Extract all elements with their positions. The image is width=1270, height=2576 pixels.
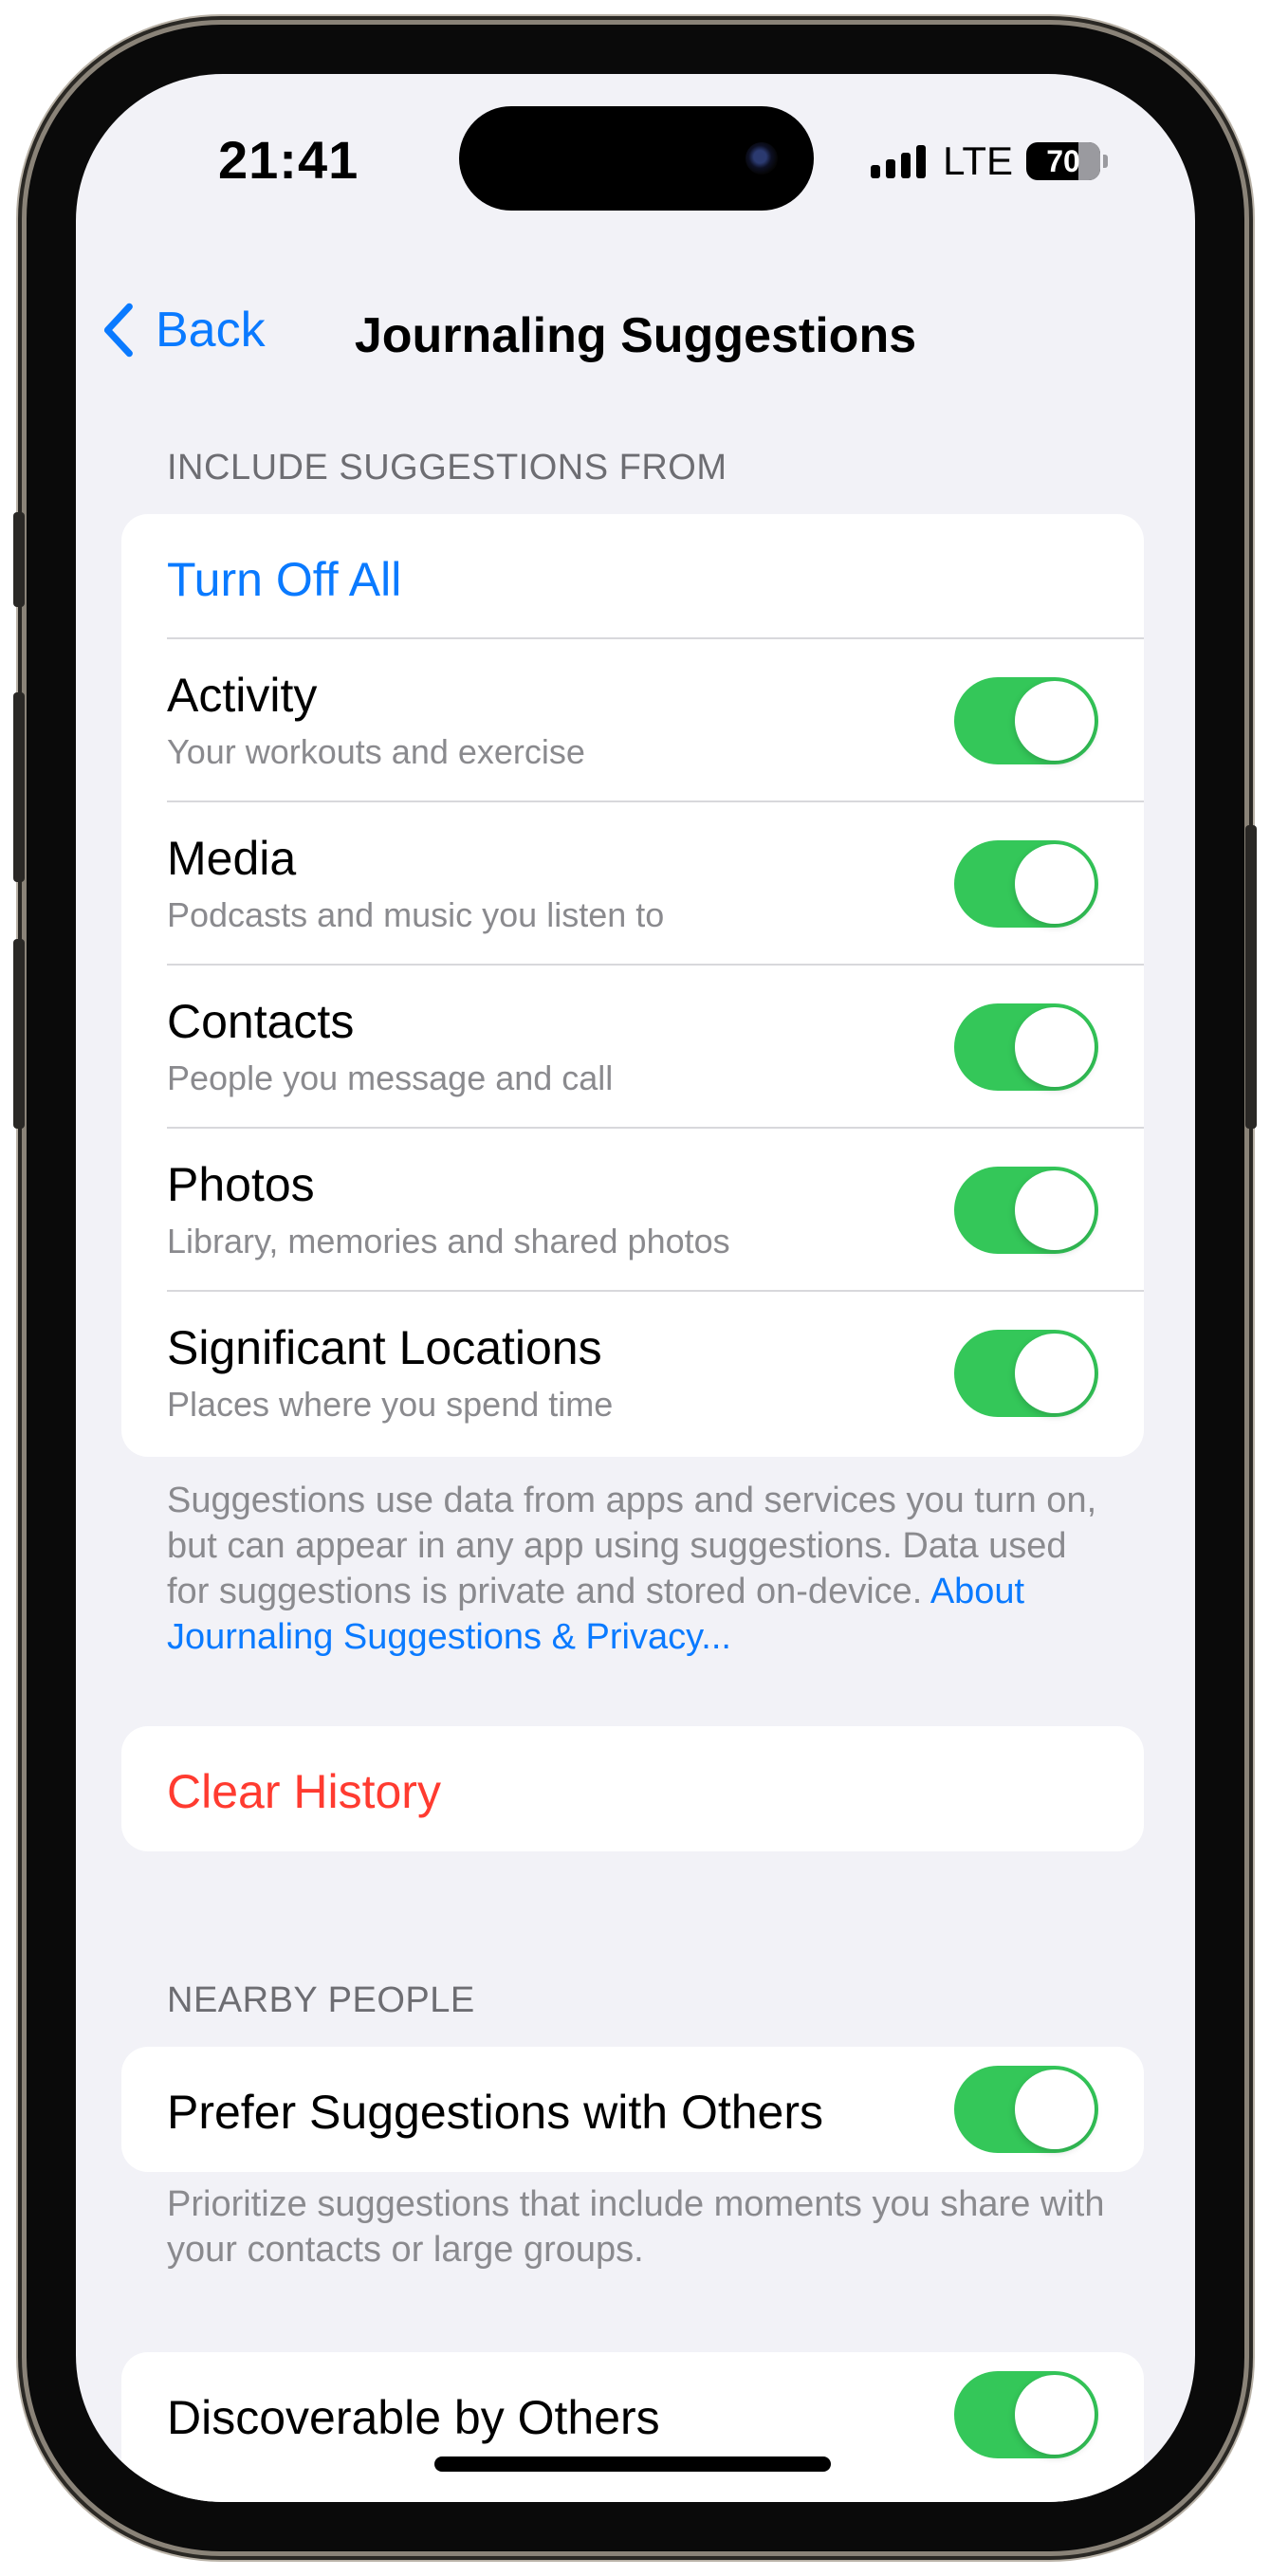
activity-toggle[interactable]: [954, 677, 1098, 764]
battery-level: 70: [1046, 143, 1080, 178]
row-title: Discoverable by Others: [167, 2391, 660, 2444]
navigation-bar: Back Journaling Suggestions: [76, 294, 1195, 370]
row-subtitle: Library, memories and shared photos: [167, 1222, 730, 1260]
row-subtitle: Your workouts and exercise: [167, 732, 585, 771]
toggle-row-prefer: Prefer Suggestions with Others: [121, 2047, 1144, 2172]
section-header-nearby: NEARBY PEOPLE: [167, 1980, 475, 2020]
prefer-suggestions-toggle[interactable]: [954, 2066, 1098, 2153]
screen: 21:41 LTE 70 Back Journaling Suggestions…: [76, 74, 1195, 2502]
prefer-footer: Prioritize suggestions that include mome…: [167, 2184, 1105, 2270]
media-toggle[interactable]: [954, 840, 1098, 928]
discoverable-group: Discoverable by Others: [121, 2352, 1144, 2502]
row-title: Activity: [167, 669, 318, 722]
prefer-group: Prefer Suggestions with Others: [121, 2047, 1144, 2172]
include-footer: Suggestions use data from apps and servi…: [167, 1478, 1115, 1660]
row-title: Prefer Suggestions with Others: [167, 2086, 823, 2139]
discoverable-toggle[interactable]: [954, 2371, 1098, 2458]
status-time: 21:41: [218, 130, 359, 190]
row-title: Contacts: [167, 995, 355, 1048]
clear-history-button[interactable]: Clear History: [167, 1764, 441, 1819]
include-suggestions-group: Turn Off All Activity Your workouts and …: [121, 514, 1144, 1457]
toggle-row-contacts: Contacts People you message and call: [121, 966, 1144, 1129]
row-subtitle: Places where you spend time: [167, 1385, 614, 1424]
page-title: Journaling Suggestions: [354, 308, 917, 363]
dynamic-island: [459, 106, 814, 211]
row-title: Media: [167, 832, 297, 885]
contacts-toggle[interactable]: [954, 1003, 1098, 1091]
section-header-include: INCLUDE SUGGESTIONS FROM: [167, 448, 727, 488]
toggle-row-significant-locations: Significant Locations Places where you s…: [121, 1292, 1144, 1457]
significant-locations-toggle[interactable]: [954, 1330, 1098, 1417]
volume-down-button: [13, 939, 25, 1129]
turn-off-all-button[interactable]: Turn Off All: [167, 552, 401, 607]
toggle-row-media: Media Podcasts and music you listen to: [121, 802, 1144, 966]
toggle-row-activity: Activity Your workouts and exercise: [121, 639, 1144, 802]
photos-toggle[interactable]: [954, 1167, 1098, 1254]
side-button: [1245, 825, 1257, 1129]
action-button: [13, 512, 25, 607]
volume-up-button: [13, 692, 25, 882]
row-title: Photos: [167, 1158, 315, 1211]
clear-history-group: Clear History: [121, 1726, 1144, 1851]
row-subtitle: Podcasts and music you listen to: [167, 895, 665, 934]
network-type: LTE: [943, 138, 1013, 183]
turn-off-all-row[interactable]: Turn Off All: [121, 514, 1144, 639]
row-title: Significant Locations: [167, 1321, 602, 1374]
cellular-signal-icon: [871, 144, 927, 178]
toggle-row-photos: Photos Library, memories and shared phot…: [121, 1129, 1144, 1292]
status-indicators: LTE 70: [871, 138, 1108, 184]
home-indicator[interactable]: [434, 2456, 831, 2472]
battery-cap: [1103, 155, 1108, 168]
clear-history-row[interactable]: Clear History: [121, 1726, 1144, 1851]
front-camera-icon: [745, 142, 778, 175]
battery-icon: 70: [1026, 142, 1100, 180]
row-subtitle: People you message and call: [167, 1058, 614, 1097]
